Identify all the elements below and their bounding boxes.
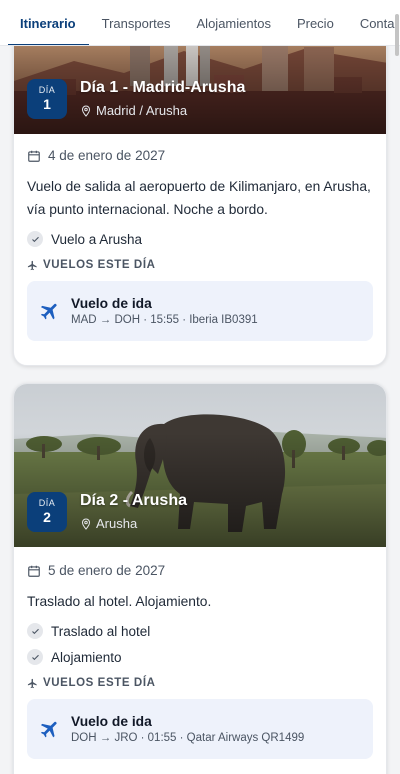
- included-item-label: Traslado al hotel: [51, 623, 151, 639]
- location-pin-icon: [81, 104, 91, 117]
- included-item: Alojamiento: [27, 649, 373, 665]
- hero-overlay: [14, 432, 386, 547]
- flight-airplane-icon: [40, 303, 57, 320]
- day-location-text: Arusha: [96, 516, 138, 531]
- day-badge-label: DÍA: [38, 498, 56, 508]
- check-icon: [27, 649, 43, 665]
- day-badge-number: 1: [43, 96, 51, 112]
- day-badge-number: 2: [43, 509, 51, 525]
- day-location: Madrid / Arusha: [80, 103, 187, 118]
- tab-contacto[interactable]: Conta: [347, 0, 400, 45]
- day-date-text: 4 de enero de 2027: [48, 148, 166, 163]
- tab-alojamientos[interactable]: Alojamientos: [184, 0, 284, 45]
- flights-heading: VUELOS ESTE DÍA: [27, 259, 373, 271]
- day-title: Día 1 - Madrid-Arusha: [80, 79, 246, 96]
- included-item-label: Vuelo a Arusha: [51, 231, 143, 247]
- airplane-icon: [27, 260, 37, 270]
- scrollbar[interactable]: [395, 14, 399, 56]
- flights-heading-text: VUELOS ESTE DÍA: [43, 259, 156, 271]
- calendar-icon: [28, 150, 40, 162]
- day-card-1: DÍA 1 Día 1 - Madrid-Arusha Madrid / Aru…: [13, 0, 387, 366]
- day-badge: DÍA 1: [27, 79, 67, 119]
- location-pin-icon: [81, 517, 91, 530]
- flight-title: Vuelo de ida: [71, 296, 152, 311]
- day-location: Arusha: [80, 516, 137, 531]
- included-item: Vuelo a Arusha: [27, 231, 373, 247]
- flight-title: Vuelo de ida: [71, 714, 152, 729]
- tab-precio[interactable]: Precio: [284, 0, 347, 45]
- included-item: Traslado al hotel: [27, 623, 373, 639]
- check-icon: [27, 623, 43, 639]
- day-description: Vuelo de salida al aeropuerto de Kiliman…: [27, 179, 371, 217]
- day-badge: DÍA 2: [27, 492, 67, 532]
- flight-details: DOH → JRO · 01:55 · Qatar Airways QR1499: [71, 732, 305, 744]
- day-description: Traslado al hotel. Alojamiento.: [27, 594, 212, 609]
- tab-itinerario[interactable]: Itinerario: [0, 0, 89, 45]
- flights-heading: VUELOS ESTE DÍA: [27, 677, 373, 689]
- check-icon: [27, 231, 43, 247]
- included-item-label: Alojamiento: [51, 649, 122, 665]
- flight-airplane-icon: [40, 721, 57, 738]
- day-card-2: DÍA 2 Día 2 - Arusha Arusha 5 de enero d…: [13, 383, 387, 774]
- day-title: Día 2 - Arusha: [80, 492, 187, 509]
- airplane-icon: [27, 678, 37, 688]
- day-location-text: Madrid / Arusha: [96, 103, 188, 118]
- day-date: 4 de enero de 2027: [27, 148, 373, 163]
- day-date-text: 5 de enero de 2027: [48, 563, 166, 578]
- day-badge-label: DÍA: [38, 85, 56, 95]
- flights-heading-text: VUELOS ESTE DÍA: [43, 677, 156, 689]
- calendar-icon: [28, 565, 40, 577]
- day-date: 5 de enero de 2027: [27, 563, 373, 578]
- day-hero-image: DÍA 2 Día 2 - Arusha Arusha: [14, 384, 386, 547]
- flight-details: MAD → DOH · 15:55 · Iberia IB0391: [71, 314, 258, 326]
- tab-bar: Itinerario Transportes Alojamientos Prec…: [0, 0, 400, 46]
- flight-card[interactable]: Vuelo de ida MAD → DOH · 15:55 · Iberia …: [27, 281, 373, 341]
- flight-card[interactable]: Vuelo de ida DOH → JRO · 01:55 · Qatar A…: [27, 699, 373, 759]
- tab-transportes[interactable]: Transportes: [89, 0, 184, 45]
